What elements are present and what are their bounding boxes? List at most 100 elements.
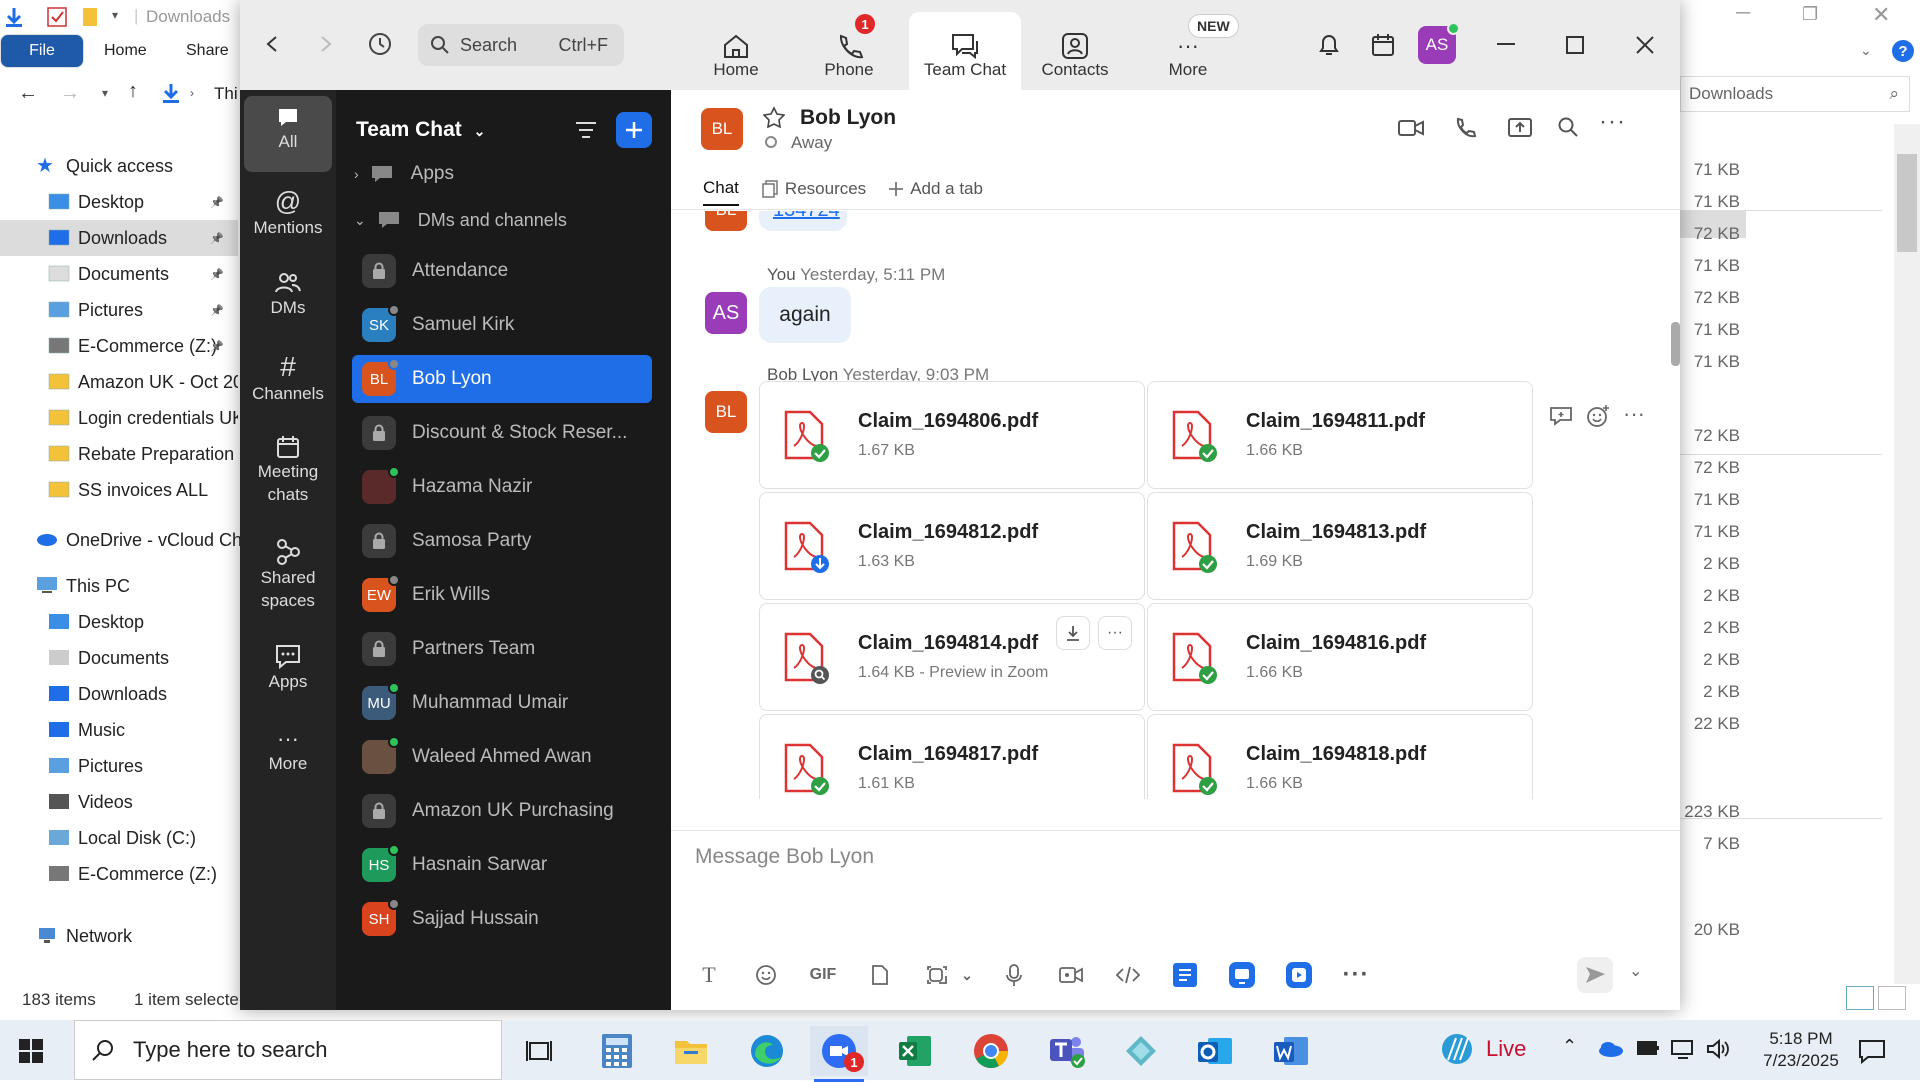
file-attachment-card[interactable]: Claim_1694817.pdf 1.61 KB bbox=[759, 714, 1145, 799]
battery-icon[interactable] bbox=[1636, 1038, 1660, 1058]
system-clock[interactable]: 5:18 PM 7/23/2025 bbox=[1755, 1028, 1847, 1072]
tab-team-chat[interactable]: Team Chat bbox=[909, 12, 1021, 90]
file-attachment-card[interactable]: Claim_1694806.pdf 1.67 KB bbox=[759, 381, 1145, 489]
rail-mentions[interactable]: @ Mentions bbox=[244, 186, 332, 239]
nav-this-pc[interactable]: This PC bbox=[36, 568, 130, 604]
file-more-button[interactable]: ··· bbox=[1098, 616, 1132, 650]
chat-list-item[interactable]: Discount & Stock Reser... bbox=[352, 409, 652, 457]
clips-app-button[interactable] bbox=[1281, 959, 1317, 991]
share-screen-icon[interactable] bbox=[1507, 116, 1533, 140]
zoom-app[interactable]: 1 bbox=[810, 1026, 868, 1082]
back-arrow-icon[interactable]: ← bbox=[18, 82, 38, 105]
tab-contacts[interactable]: Contacts bbox=[1019, 12, 1131, 90]
whiteboard-app-button[interactable] bbox=[1224, 959, 1260, 991]
weather-widget[interactable]: Live bbox=[1440, 1032, 1526, 1066]
tab-chat[interactable]: Chat bbox=[703, 178, 739, 206]
edge-app[interactable] bbox=[738, 1026, 796, 1076]
file-attachment-card[interactable]: Claim_1694813.pdf 1.69 KB bbox=[1147, 492, 1533, 600]
format-text-button[interactable]: T bbox=[691, 959, 727, 991]
chat-list-item[interactable]: Hazama Nazir bbox=[352, 463, 652, 511]
home-tab[interactable]: Home bbox=[104, 42, 147, 60]
scrollbar-thumb[interactable] bbox=[1671, 322, 1680, 366]
star-icon[interactable] bbox=[763, 106, 785, 128]
more-apps-button[interactable]: ··· bbox=[1338, 959, 1374, 991]
recent-dropdown-icon[interactable]: ▾ bbox=[102, 86, 108, 100]
file-attachment-card[interactable]: Claim_1694812.pdf 1.63 KB bbox=[759, 492, 1145, 600]
chat-list-item[interactable]: Attendance bbox=[352, 247, 652, 295]
more-options-icon[interactable]: ··· bbox=[1599, 108, 1626, 136]
nav-item[interactable]: SS invoices ALL bbox=[0, 472, 238, 508]
chat-list-item[interactable]: BL Bob Lyon bbox=[352, 355, 652, 403]
close-button[interactable] bbox=[1628, 28, 1662, 62]
show-hidden-icons-button[interactable]: ⌃ bbox=[1562, 1036, 1577, 1057]
history-button[interactable] bbox=[360, 24, 400, 64]
network-icon[interactable] bbox=[1670, 1038, 1696, 1060]
message-input[interactable]: Message Bob Lyon bbox=[695, 845, 874, 869]
nav-item[interactable]: Pictures bbox=[48, 748, 143, 784]
new-chat-button[interactable] bbox=[616, 112, 652, 148]
contact-avatar[interactable]: BL bbox=[701, 108, 743, 150]
message-more-icon[interactable]: ··· bbox=[1623, 401, 1645, 427]
download-button[interactable] bbox=[1056, 616, 1090, 650]
app-diamond[interactable] bbox=[1112, 1026, 1170, 1076]
search-icon[interactable] bbox=[1557, 116, 1579, 138]
tab-more[interactable]: ··· More NEW bbox=[1132, 12, 1244, 90]
team-chat-dropdown[interactable]: Team Chat ⌄ bbox=[356, 118, 485, 142]
rail-meeting-chats[interactable]: Meeting chats bbox=[244, 434, 332, 506]
nav-onedrive[interactable]: OneDrive - vCloud Ch bbox=[36, 522, 242, 558]
screenshot-options-button[interactable]: ⌄ bbox=[959, 959, 975, 991]
nav-item[interactable]: Downloads bbox=[48, 676, 167, 712]
rail-apps[interactable]: Apps bbox=[244, 642, 332, 693]
chat-list-item[interactable]: Partners Team bbox=[352, 625, 652, 673]
start-button[interactable] bbox=[18, 1038, 44, 1064]
calculator-app[interactable] bbox=[588, 1026, 646, 1076]
rail-channels[interactable]: # Channels bbox=[244, 352, 332, 405]
maximize-button[interactable] bbox=[1558, 28, 1592, 62]
nav-item[interactable]: Local Disk (C:) bbox=[48, 820, 196, 856]
ribbon-expand-icon[interactable]: ⌄ bbox=[1860, 42, 1872, 59]
rail-more[interactable]: ··· More bbox=[244, 726, 332, 775]
task-view-button[interactable] bbox=[510, 1026, 568, 1076]
search-input[interactable]: Search Ctrl+F bbox=[418, 24, 624, 66]
rail-shared-spaces[interactable]: Shared spaces bbox=[244, 538, 332, 612]
message-link[interactable]: 134724 bbox=[773, 211, 840, 222]
chat-list-item[interactable]: EW Erik Wills bbox=[352, 571, 652, 619]
scrollbar-thumb[interactable] bbox=[1897, 154, 1917, 252]
address-path[interactable]: Thi bbox=[214, 84, 238, 104]
details-view-icon[interactable] bbox=[1846, 986, 1874, 1010]
nav-item[interactable]: Pictures 📌 bbox=[0, 292, 238, 328]
rail-dms[interactable]: DMs bbox=[244, 270, 332, 319]
close-icon[interactable]: ✕ bbox=[1872, 2, 1890, 28]
nav-item[interactable]: E-Commerce (Z:) 📌 bbox=[0, 328, 238, 364]
message-scrollbar[interactable] bbox=[1671, 211, 1680, 799]
minimize-button[interactable] bbox=[1490, 28, 1524, 62]
nav-item[interactable]: Documents bbox=[48, 640, 169, 676]
chat-list-item[interactable]: Amazon UK Purchasing bbox=[352, 787, 652, 835]
scrollbar[interactable] bbox=[1894, 124, 1920, 984]
filter-icon[interactable] bbox=[574, 120, 598, 140]
chat-list-item[interactable]: SH Sajjad Hussain bbox=[352, 895, 652, 943]
outlook-app[interactable] bbox=[1186, 1026, 1244, 1076]
help-icon[interactable]: ? bbox=[1892, 40, 1914, 62]
nav-item[interactable]: Documents 📌 bbox=[0, 256, 238, 292]
dms-channels-section[interactable]: ⌄ DMs and channels bbox=[354, 202, 567, 238]
back-button[interactable] bbox=[252, 24, 292, 64]
restore-icon[interactable]: ❐ bbox=[1802, 4, 1818, 25]
explorer-search-input[interactable]: Downloads ⌕ bbox=[1680, 76, 1910, 112]
chat-list-item[interactable]: Samosa Party bbox=[352, 517, 652, 565]
send-button[interactable] bbox=[1577, 957, 1613, 993]
file-tab[interactable]: File bbox=[0, 34, 84, 68]
nav-item[interactable]: Rebate Preparation bbox=[0, 436, 238, 472]
emoji-button[interactable] bbox=[748, 959, 784, 991]
file-attachment-card[interactable]: Claim_1694818.pdf 1.66 KB bbox=[1147, 714, 1533, 799]
add-tab-button[interactable]: Add a tab bbox=[888, 178, 983, 206]
file-attachment-card[interactable]: Claim_1694811.pdf 1.66 KB bbox=[1147, 381, 1533, 489]
send-options-chevron-icon[interactable]: ⌄ bbox=[1629, 961, 1642, 981]
nav-item[interactable]: Login credentials UK bbox=[0, 400, 238, 436]
volume-icon[interactable] bbox=[1706, 1038, 1730, 1060]
properties-icon[interactable] bbox=[46, 6, 68, 28]
nav-item[interactable]: Videos bbox=[48, 784, 133, 820]
gif-button[interactable]: GIF bbox=[805, 959, 841, 991]
notifications-button[interactable] bbox=[1312, 28, 1346, 62]
attach-file-button[interactable] bbox=[862, 959, 898, 991]
